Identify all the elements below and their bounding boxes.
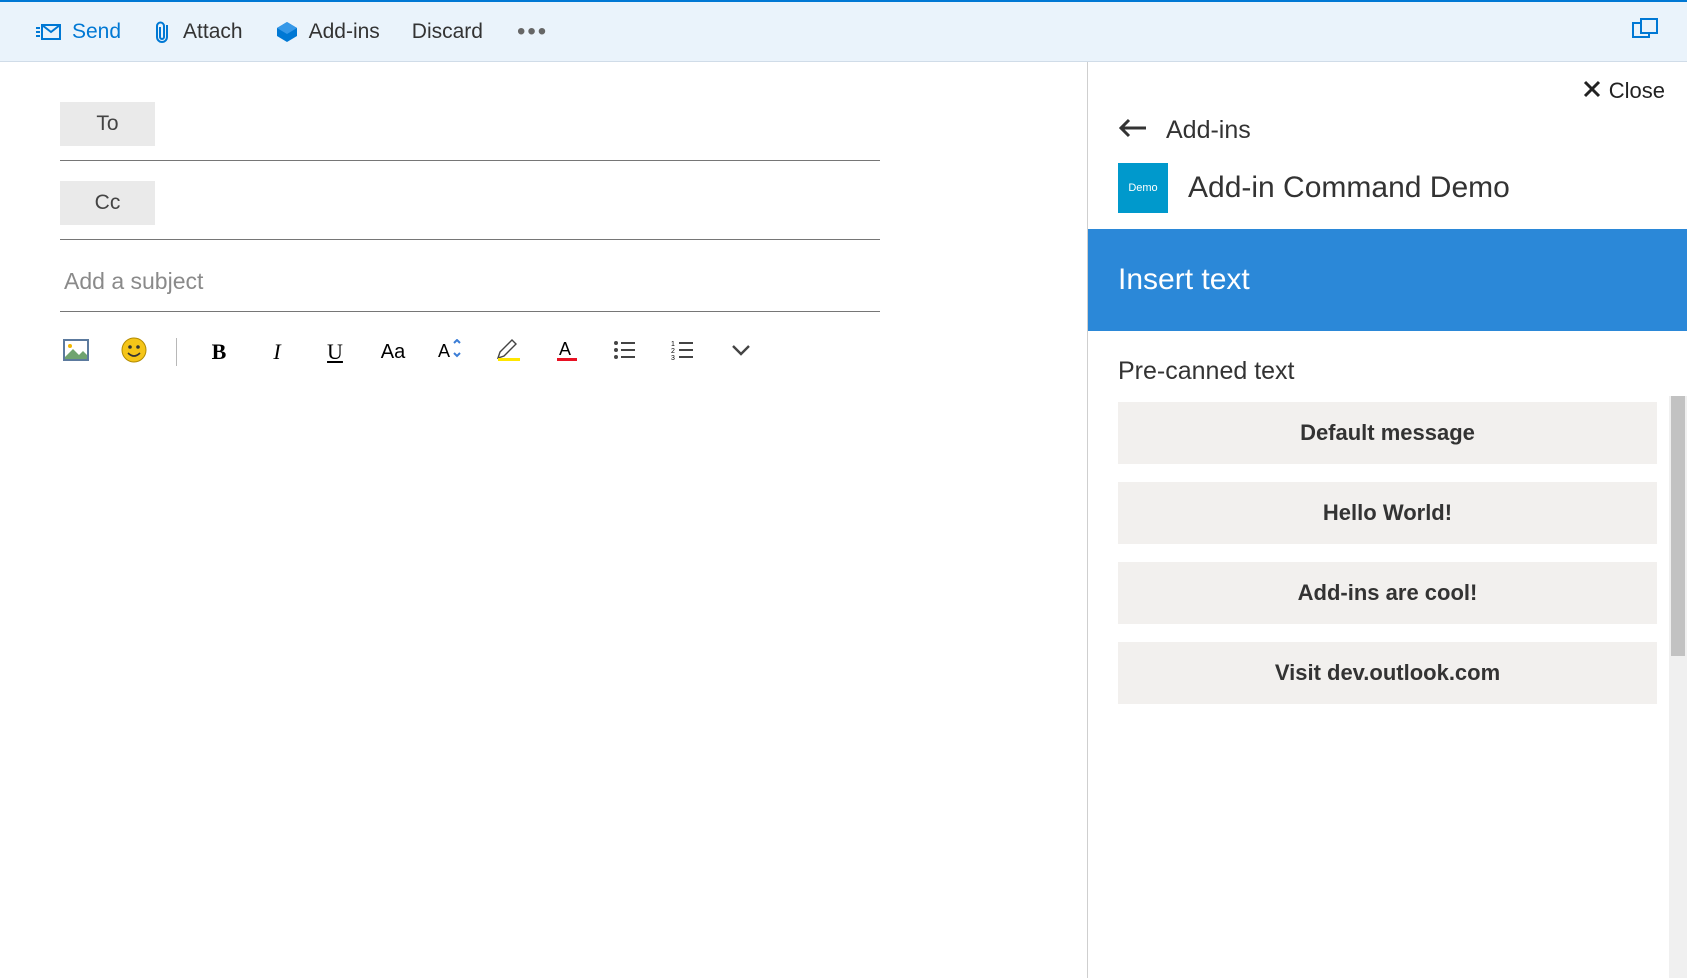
underline-button[interactable]: U [319,336,351,368]
more-formatting-button[interactable] [725,336,757,368]
number-list-button[interactable]: 123 [667,336,699,368]
font-size-icon: A [438,339,464,366]
scrollbar[interactable] [1669,396,1687,978]
italic-button[interactable]: I [261,336,293,368]
close-label: Close [1609,78,1665,104]
number-list-icon: 123 [671,340,695,365]
compose-pane: To Cc [0,62,1087,978]
cc-input[interactable] [155,181,880,225]
send-icon [36,22,62,42]
bullet-list-icon [613,340,637,365]
addin-title: Add-in Command Demo [1188,171,1510,205]
svg-text:A: A [438,341,450,361]
scrollbar-thumb[interactable] [1671,396,1685,656]
canned-item-visit[interactable]: Visit dev.outlook.com [1118,642,1657,704]
svg-text:2: 2 [671,348,675,355]
arrow-left-icon [1118,126,1148,143]
close-icon [1583,78,1601,104]
italic-icon: I [273,339,280,365]
font-icon: Aa [381,341,405,364]
addin-badge: Demo [1118,163,1168,213]
underline-icon: U [327,339,343,365]
highlight-icon [496,338,522,367]
addins-icon [275,20,299,44]
bullet-list-button[interactable] [609,336,641,368]
font-button[interactable]: Aa [377,336,409,368]
discard-button[interactable]: Discard [396,12,499,52]
discard-label: Discard [412,20,483,44]
send-label: Send [72,20,121,44]
canned-item-cool[interactable]: Add-ins are cool! [1118,562,1657,624]
canned-item-default[interactable]: Default message [1118,402,1657,464]
canned-item-hello[interactable]: Hello World! [1118,482,1657,544]
attach-button[interactable]: Attach [137,11,259,53]
more-actions-button[interactable]: ••• [499,18,566,46]
svg-text:A: A [559,339,571,359]
highlight-button[interactable] [493,336,525,368]
popout-button[interactable] [1623,9,1667,54]
addin-pane: Close Add-ins Demo Add-in Command Demo I… [1087,62,1687,978]
to-button[interactable]: To [60,102,155,146]
compose-toolbar: Send Attach Add-ins Discard ••• [0,2,1687,62]
insert-image-button[interactable] [60,336,92,368]
pane-banner: Insert text [1088,229,1687,331]
paperclip-icon [153,19,173,45]
canned-list: Default message Hello World! Add-ins are… [1088,402,1687,704]
back-button[interactable] [1118,117,1148,144]
subject-input[interactable] [60,260,880,303]
separator [176,338,177,366]
breadcrumb-label: Add-ins [1166,116,1251,145]
subject-row [60,260,880,312]
chevron-down-icon [731,343,751,362]
attach-label: Attach [183,20,243,44]
cc-row: Cc [60,181,880,240]
section-heading: Pre-canned text [1088,331,1687,402]
svg-text:3: 3 [671,355,675,360]
cc-button[interactable]: Cc [60,181,155,225]
emoji-button[interactable] [118,336,150,368]
popout-icon [1631,28,1659,45]
font-color-button[interactable]: A [551,336,583,368]
formatting-toolbar: B I U Aa A [60,332,880,372]
to-input[interactable] [155,102,880,146]
bold-button[interactable]: B [203,336,235,368]
image-icon [63,339,89,366]
smiley-icon [121,337,147,368]
ellipsis-icon: ••• [517,18,548,45]
send-button[interactable]: Send [20,12,137,52]
font-color-icon: A [555,338,579,367]
font-size-button[interactable]: A [435,336,467,368]
svg-text:1: 1 [671,341,675,348]
addins-button[interactable]: Add-ins [259,12,396,52]
main-area: To Cc [0,62,1687,978]
addins-label: Add-ins [309,20,380,44]
to-row: To [60,102,880,161]
close-pane-button[interactable]: Close [1583,78,1665,104]
bold-icon: B [212,339,227,365]
